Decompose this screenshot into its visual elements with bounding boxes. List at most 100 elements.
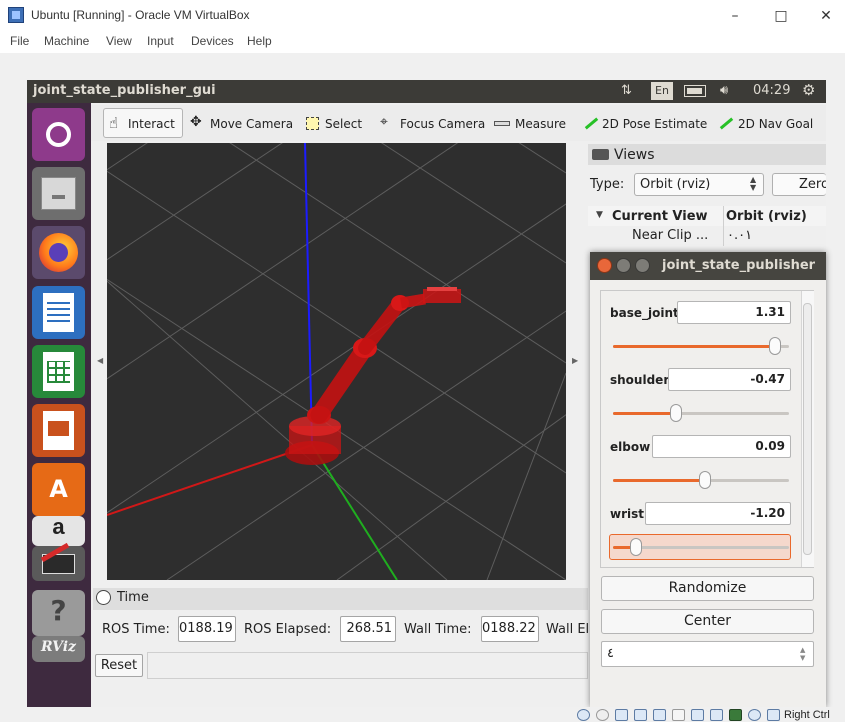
shared-folder-icon[interactable] [672, 709, 685, 721]
hand-icon: ☝ [109, 114, 119, 132]
pose-estimate-tool[interactable]: 2D Pose Estimate [602, 117, 707, 131]
impress-icon[interactable] [32, 404, 85, 457]
near-clip-value[interactable]: ٠.٠١ [727, 228, 752, 243]
clock[interactable]: 04:29 [753, 83, 790, 98]
joint-count-spinbox[interactable] [601, 641, 814, 667]
ros-time-label: ROS Time: [102, 622, 170, 637]
view-type-value: Orbit (rviz) [640, 177, 711, 192]
focus-camera-icon: ⌖ [380, 114, 388, 130]
software-center-icon[interactable]: A [32, 463, 85, 516]
menu-view[interactable]: View [106, 34, 132, 48]
ros-elapsed-field[interactable]: 268.51 [340, 616, 396, 642]
clock-icon [96, 590, 111, 605]
joint-name-elbow: elbow [610, 440, 651, 454]
select-icon [306, 117, 319, 130]
ros-time-field[interactable]: 0188.19 [178, 616, 236, 642]
menu-file[interactable]: File [10, 34, 29, 48]
joint-slider-base[interactable] [613, 345, 789, 348]
ubuntu-dash-icon[interactable] [32, 108, 85, 161]
focus-camera-tool[interactable]: Focus Camera [400, 117, 485, 131]
firefox-icon[interactable] [32, 226, 85, 279]
gear-icon[interactable]: ⚙ [802, 81, 815, 99]
slider-fill [613, 345, 775, 348]
wall-elapsed-label: Wall El [546, 622, 588, 637]
3d-viewport[interactable] [107, 143, 566, 580]
optical-icon[interactable] [596, 709, 609, 721]
mouse-icon[interactable] [767, 709, 780, 721]
expand-arrow-icon[interactable]: ▼ [596, 210, 603, 220]
files-icon[interactable] [32, 167, 85, 220]
slider-fill [613, 412, 677, 415]
vertical-scrollbar[interactable] [801, 291, 814, 567]
slider-handle[interactable] [670, 404, 683, 422]
slider-handle[interactable] [698, 471, 711, 489]
joint-slider-shoulder[interactable] [613, 412, 789, 415]
audio-icon[interactable] [615, 709, 628, 721]
tree-column-divider [723, 206, 724, 246]
scrollbar-thumb[interactable] [803, 303, 812, 555]
menu-input[interactable]: Input [147, 34, 174, 48]
rviz-icon[interactable]: RViz [32, 636, 85, 662]
dialog-close-icon[interactable] [597, 258, 612, 273]
select-tool[interactable]: Select [325, 117, 362, 131]
system-settings-icon[interactable] [32, 542, 85, 581]
display-icon[interactable] [691, 709, 704, 721]
dialog-maximize-icon[interactable] [635, 258, 650, 273]
usb-icon[interactable] [653, 709, 666, 721]
jsp-window-title: joint_state_publisher [662, 258, 816, 273]
time-panel-header [93, 588, 588, 610]
host-key-label: Right Ctrl [784, 709, 830, 721]
view-type-label: Type: [590, 177, 625, 192]
menu-help[interactable]: Help [247, 34, 272, 48]
volume-icon[interactable]: 🔊︎ [720, 83, 728, 98]
slider-handle[interactable] [629, 538, 642, 556]
joint-name-wrist: wrist [610, 507, 644, 521]
battery-icon[interactable] [684, 85, 706, 97]
joint-value-wrist[interactable]: -1.20 [645, 502, 791, 525]
minimize-button[interactable]: – [713, 4, 757, 28]
dialog-minimize-icon[interactable] [616, 258, 631, 273]
right-panel-toggle[interactable]: ▶ [572, 356, 578, 365]
y-axis [311, 444, 398, 580]
interact-tool-label[interactable]: Interact [128, 117, 175, 131]
menu-devices[interactable]: Devices [191, 34, 234, 48]
wall-time-field[interactable]: 0188.22 [481, 616, 539, 642]
center-button[interactable]: Center [601, 609, 814, 634]
video-capture-icon[interactable] [710, 709, 723, 721]
amazon-icon[interactable]: a [32, 514, 85, 546]
cpu-icon[interactable] [729, 709, 742, 721]
arrow-icon[interactable] [748, 709, 761, 721]
joint-sliders-panel [600, 290, 814, 568]
reset-button[interactable]: Reset [95, 654, 143, 677]
hdd-icon[interactable] [577, 709, 590, 721]
maximize-button[interactable]: □ [759, 4, 803, 28]
zero-button-label: Zero [799, 177, 826, 192]
nav-goal-tool[interactable]: 2D Nav Goal [738, 117, 813, 131]
slider-handle[interactable] [768, 337, 781, 355]
ruler-icon [494, 121, 510, 126]
randomize-button[interactable]: Randomize [601, 576, 814, 601]
vbox-window-title: Ubuntu [Running] - Oracle VM VirtualBox [31, 8, 250, 22]
joint-value-base[interactable]: 1.31 [677, 301, 791, 324]
network-icon[interactable] [634, 709, 647, 721]
keyboard-layout-indicator[interactable]: En [651, 82, 673, 100]
time-panel-title: Time [117, 590, 149, 605]
panel-app-title: joint_state_publisher_gui [33, 83, 216, 98]
current-view-label: Current View [612, 209, 708, 224]
slider-fill [613, 479, 705, 482]
joint-value-shoulder[interactable]: -0.47 [668, 368, 791, 391]
joint-value-elbow[interactable]: 0.09 [652, 435, 791, 458]
joint-name-base: base_joint [610, 306, 679, 320]
left-panel-toggle[interactable]: ◀ [97, 356, 103, 365]
calc-icon[interactable] [32, 345, 85, 398]
network-updown-icon[interactable]: ⇅ [621, 83, 632, 98]
help-icon[interactable]: ? [32, 590, 85, 636]
spinbox-arrows-icon[interactable]: ▲ ▼ [800, 646, 805, 662]
move-camera-tool[interactable]: Move Camera [210, 117, 293, 131]
menu-machine[interactable]: Machine [44, 34, 89, 48]
measure-tool[interactable]: Measure [515, 117, 566, 131]
wall-time-label: Wall Time: [404, 622, 472, 637]
move-camera-icon: ✥ [190, 114, 202, 130]
close-button[interactable]: ✕ [804, 4, 845, 28]
writer-icon[interactable] [32, 286, 85, 339]
